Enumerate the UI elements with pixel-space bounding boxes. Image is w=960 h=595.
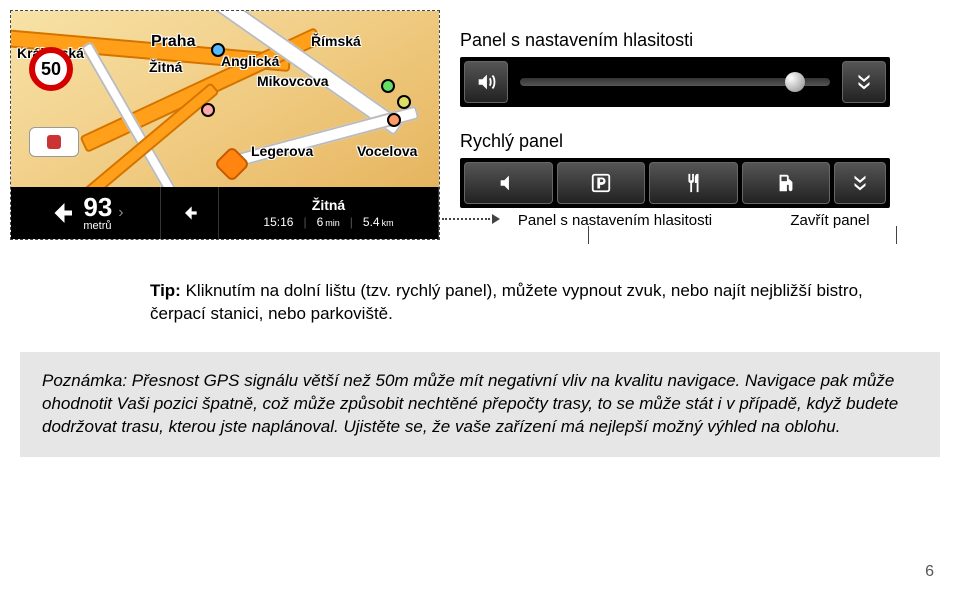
street-label: Anglická	[221, 53, 279, 69]
restaurant-button[interactable]	[649, 162, 738, 204]
fuel-icon	[775, 172, 797, 194]
street-label: Praha	[151, 33, 195, 51]
mute-button[interactable]	[464, 162, 553, 204]
poi-icon	[201, 103, 215, 117]
note-box: Poznámka: Přesnost GPS signálu větší než…	[20, 352, 940, 457]
collapse-button[interactable]	[842, 61, 886, 103]
remaining-time-unit: min	[325, 218, 340, 228]
parking-icon	[590, 172, 612, 194]
navigation-bottom-bar[interactable]: 93 metrů › Žitná 15:16 | 6min | 5.4km	[11, 187, 439, 239]
remaining-dist-unit: km	[382, 218, 394, 228]
tip-text: Kliknutím na dolní lištu (tzv. rychlý pa…	[150, 281, 863, 323]
turn-left-icon	[180, 203, 200, 223]
poi-icon	[397, 95, 411, 109]
volume-panel-caption: Panel s nastavením hlasitosti	[460, 30, 940, 51]
turn-left-icon	[47, 198, 77, 228]
street-label: Římská	[311, 33, 361, 49]
quick-callout-close: Zavřít panel	[770, 212, 890, 229]
quick-panel	[460, 158, 890, 208]
page-number: 6	[925, 563, 934, 581]
collapse-icon	[849, 172, 871, 194]
volume-panel	[460, 57, 890, 107]
speaker-icon	[475, 71, 497, 93]
primary-turn-segment[interactable]: 93 metrů ›	[11, 187, 161, 239]
parking-button[interactable]	[557, 162, 646, 204]
speed-limit-value: 50	[41, 59, 61, 80]
street-label: Legerova	[251, 143, 313, 159]
close-panel-button[interactable]	[834, 162, 886, 204]
remaining-time: 6	[317, 215, 324, 229]
tip-paragraph: Tip: Kliknutím na dolní lištu (tzv. rych…	[150, 280, 920, 326]
navigation-screenshot: Praha Římská Královská Žitná Anglická Mi…	[10, 10, 440, 240]
street-label: Mikovcova	[257, 73, 329, 89]
quick-panel-caption: Rychlý panel	[460, 131, 940, 152]
secondary-turn-segment[interactable]	[161, 187, 219, 239]
poi-icon	[387, 113, 401, 127]
volume-slider[interactable]	[520, 78, 830, 86]
route-info-segment[interactable]: Žitná 15:16 | 6min | 5.4km	[219, 187, 439, 239]
route-name: Žitná	[312, 197, 345, 213]
volume-knob[interactable]	[785, 72, 805, 92]
collapse-icon	[853, 71, 875, 93]
mute-icon	[497, 172, 519, 194]
speaker-button[interactable]	[464, 61, 508, 103]
tip-label: Tip:	[150, 281, 181, 300]
restaurant-icon	[682, 172, 704, 194]
fuel-button[interactable]	[742, 162, 831, 204]
street-label: Vocelova	[357, 143, 417, 159]
chevron-right-icon: ›	[118, 204, 123, 222]
remaining-dist: 5.4	[363, 215, 380, 229]
map-toggle-icon[interactable]	[29, 127, 79, 157]
street-label: Žitná	[149, 59, 182, 75]
turn-distance: 93	[83, 194, 112, 220]
eta-time: 15:16	[263, 215, 293, 229]
connector-line	[896, 226, 897, 244]
connector-arrow-icon	[442, 213, 498, 223]
connector-line	[588, 226, 589, 244]
speed-limit-sign: 50	[29, 47, 73, 91]
note-text: Poznámka: Přesnost GPS signálu větší než…	[42, 371, 898, 436]
poi-icon	[381, 79, 395, 93]
turn-distance-unit: metrů	[83, 220, 112, 232]
quick-callout-volume: Panel s nastavením hlasitosti	[460, 212, 770, 229]
